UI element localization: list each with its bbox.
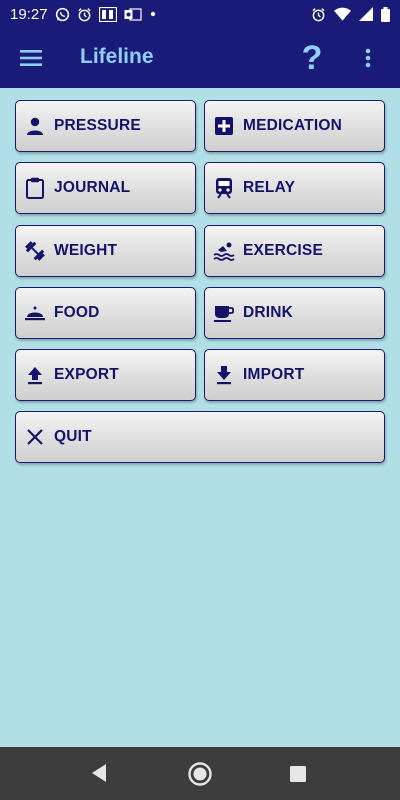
alarm-icon: [77, 7, 92, 22]
drink-label: DRINK: [243, 304, 294, 321]
signal-icon: [359, 7, 373, 21]
status-left: 19:27: [10, 6, 157, 23]
back-icon[interactable]: [90, 763, 108, 788]
status-time: 19:27: [10, 5, 48, 23]
hamburger-menu-icon[interactable]: [18, 46, 44, 70]
help-button[interactable]: ?: [298, 38, 326, 78]
status-bar: 19:27: [0, 0, 400, 28]
medication-label: MEDICATION: [243, 117, 343, 134]
swimming-icon: [213, 240, 235, 262]
cup-icon: [213, 302, 235, 324]
app-title: Lifeline: [80, 45, 154, 68]
import-label: IMPORT: [243, 366, 305, 383]
food-button[interactable]: FOOD: [15, 287, 196, 339]
app-bar: Lifeline ?: [0, 28, 400, 88]
export-label: EXPORT: [54, 366, 119, 383]
drink-button[interactable]: DRINK: [204, 287, 385, 339]
journal-label: JOURNAL: [54, 179, 131, 196]
medication-button[interactable]: MEDICATION: [204, 100, 385, 152]
relay-button[interactable]: RELAY: [204, 162, 385, 214]
br-badge-icon: [98, 6, 117, 22]
journal-button[interactable]: JOURNAL: [15, 162, 196, 214]
status-right: [311, 6, 390, 22]
upload-icon: [24, 364, 46, 386]
battery-icon: [381, 6, 390, 22]
home-icon[interactable]: [187, 761, 213, 792]
relay-label: RELAY: [243, 179, 296, 196]
exercise-button[interactable]: EXERCISE: [204, 225, 385, 277]
wifi-icon: [334, 7, 351, 21]
train-icon: [213, 177, 235, 199]
import-button[interactable]: IMPORT: [204, 349, 385, 401]
person-icon: [24, 115, 46, 137]
export-button[interactable]: EXPORT: [15, 349, 196, 401]
pressure-label: PRESSURE: [54, 117, 141, 134]
quit-label: QUIT: [54, 428, 92, 445]
weight-label: WEIGHT: [54, 242, 118, 259]
exercise-label: EXERCISE: [243, 242, 323, 259]
quit-button[interactable]: QUIT: [15, 411, 385, 463]
dot-icon: [149, 10, 157, 18]
download-icon: [213, 364, 235, 386]
recent-apps-icon[interactable]: [289, 765, 307, 788]
outlook-icon: [124, 7, 142, 22]
weight-button[interactable]: WEIGHT: [15, 225, 196, 277]
medical-plus-icon: [213, 115, 235, 137]
cloche-icon: [24, 302, 46, 324]
whatsapp-icon: [55, 7, 70, 22]
food-label: FOOD: [54, 304, 100, 321]
more-options-icon[interactable]: [358, 44, 378, 72]
clipboard-icon: [24, 177, 46, 199]
pressure-button[interactable]: PRESSURE: [15, 100, 196, 152]
close-icon: [24, 426, 46, 448]
navigation-bar: [0, 747, 400, 800]
dumbbell-icon: [24, 240, 46, 262]
alarm-icon: [311, 7, 326, 22]
